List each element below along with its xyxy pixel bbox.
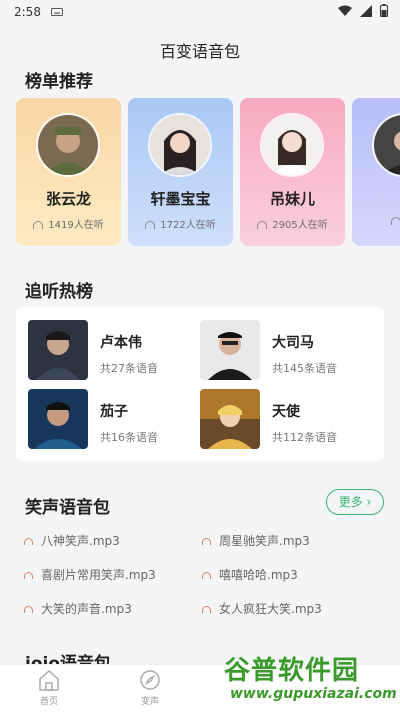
audio-item[interactable]: 大笑的声音.mp3: [24, 600, 132, 617]
tab-home[interactable]: 首页: [19, 669, 79, 707]
recommend-carousel[interactable]: 张云龙 1419人在听 轩墨宝宝 1722人在听 吊妹儿 2905人在听: [16, 98, 400, 246]
status-time: 2:58: [14, 5, 41, 19]
headphones-icon: [202, 606, 211, 613]
home-icon: [37, 669, 61, 694]
watermark-text: 谷普软件园: [224, 656, 360, 686]
keyboard-icon: [50, 5, 63, 19]
hot-item[interactable]: 茄子 共16条语音: [28, 389, 198, 449]
hot-name: 卢本伟: [100, 335, 142, 351]
hot-name: 大司马: [272, 335, 314, 351]
laugh-title: 笑声语音包: [25, 498, 110, 518]
recommend-listeners: 2905人在听: [240, 216, 345, 231]
recommend-name: 张云龙: [45, 190, 91, 208]
recommend-card[interactable]: 吊妹儿 2905人在听: [240, 98, 345, 246]
headphones-icon: [24, 538, 33, 545]
hot-name: 茄子: [100, 404, 128, 420]
audio-item[interactable]: 八神笑声.mp3: [24, 532, 120, 549]
recommend-title: 榜单推荐: [25, 72, 93, 92]
headphones-icon: [33, 221, 44, 229]
headphones-icon: [24, 606, 33, 613]
recommend-listeners: 1419人在听: [16, 216, 121, 231]
avatar: [260, 113, 324, 177]
recommend-name: P: [352, 188, 400, 206]
compass-icon: [139, 670, 161, 694]
battery-icon: [380, 4, 388, 20]
audio-item[interactable]: 喜剧片常用笑声.mp3: [24, 566, 156, 583]
recommend-name: 轩墨宝宝: [150, 190, 211, 208]
hot-thumbnail: [28, 389, 88, 449]
headphones-icon: [202, 572, 211, 579]
hot-count: 共16条语音: [100, 431, 158, 444]
avatar: [36, 113, 100, 177]
recommend-name: 吊妹儿: [269, 190, 315, 208]
wifi-icon: [338, 5, 352, 20]
more-button[interactable]: 更多 ›: [326, 489, 384, 515]
watermark-url: www.gupuxiazai.com: [230, 686, 397, 702]
recommend-card[interactable]: 张云龙 1419人在听: [16, 98, 121, 246]
hot-title: 追听热榜: [25, 282, 93, 302]
app-title: 百变语音包: [159, 42, 240, 61]
recommend-card[interactable]: 轩墨宝宝 1722人在听: [128, 98, 233, 246]
hot-count: 共145条语音: [272, 362, 337, 375]
hot-count: 共112条语音: [272, 431, 337, 444]
hot-thumbnail: [28, 320, 88, 380]
avatar: [148, 113, 212, 177]
watermark: 谷普软件园 www.gupuxiazai.com: [220, 648, 398, 708]
headphones-icon: [202, 538, 211, 545]
tab-label: 首页: [39, 697, 58, 707]
headphones-icon: [257, 221, 268, 229]
tab-label: 变声: [140, 697, 159, 707]
audio-item[interactable]: 女人疯狂大笑.mp3: [202, 600, 322, 617]
hot-panel: 卢本伟 共27条语音 大司马 共145条语音 茄子 共16条语音 天使 共112…: [16, 307, 384, 461]
status-bar: 2:58: [0, 0, 400, 24]
hot-item[interactable]: 卢本伟 共27条语音: [28, 320, 198, 380]
signal-icon: [360, 4, 372, 20]
headphones-icon: [390, 217, 400, 225]
hot-thumbnail: [200, 320, 260, 380]
hot-item[interactable]: 天使 共112条语音: [200, 389, 370, 449]
hot-item[interactable]: 大司马 共145条语音: [200, 320, 370, 380]
hot-count: 共27条语音: [100, 362, 158, 375]
audio-item[interactable]: 周星驰笑声.mp3: [202, 532, 310, 549]
headphones-icon: [145, 221, 156, 229]
hot-name: 天使: [272, 404, 300, 420]
tab-voice-change[interactable]: 变声: [120, 669, 180, 707]
recommend-listeners: 20: [352, 216, 400, 227]
headphones-icon: [24, 572, 33, 579]
recommend-listeners: 1722人在听: [128, 216, 233, 231]
audio-item[interactable]: 嘻嘻哈哈.mp3: [202, 566, 298, 583]
hot-thumbnail: [200, 389, 260, 449]
recommend-card[interactable]: P 20: [352, 98, 400, 246]
avatar: [372, 113, 400, 177]
